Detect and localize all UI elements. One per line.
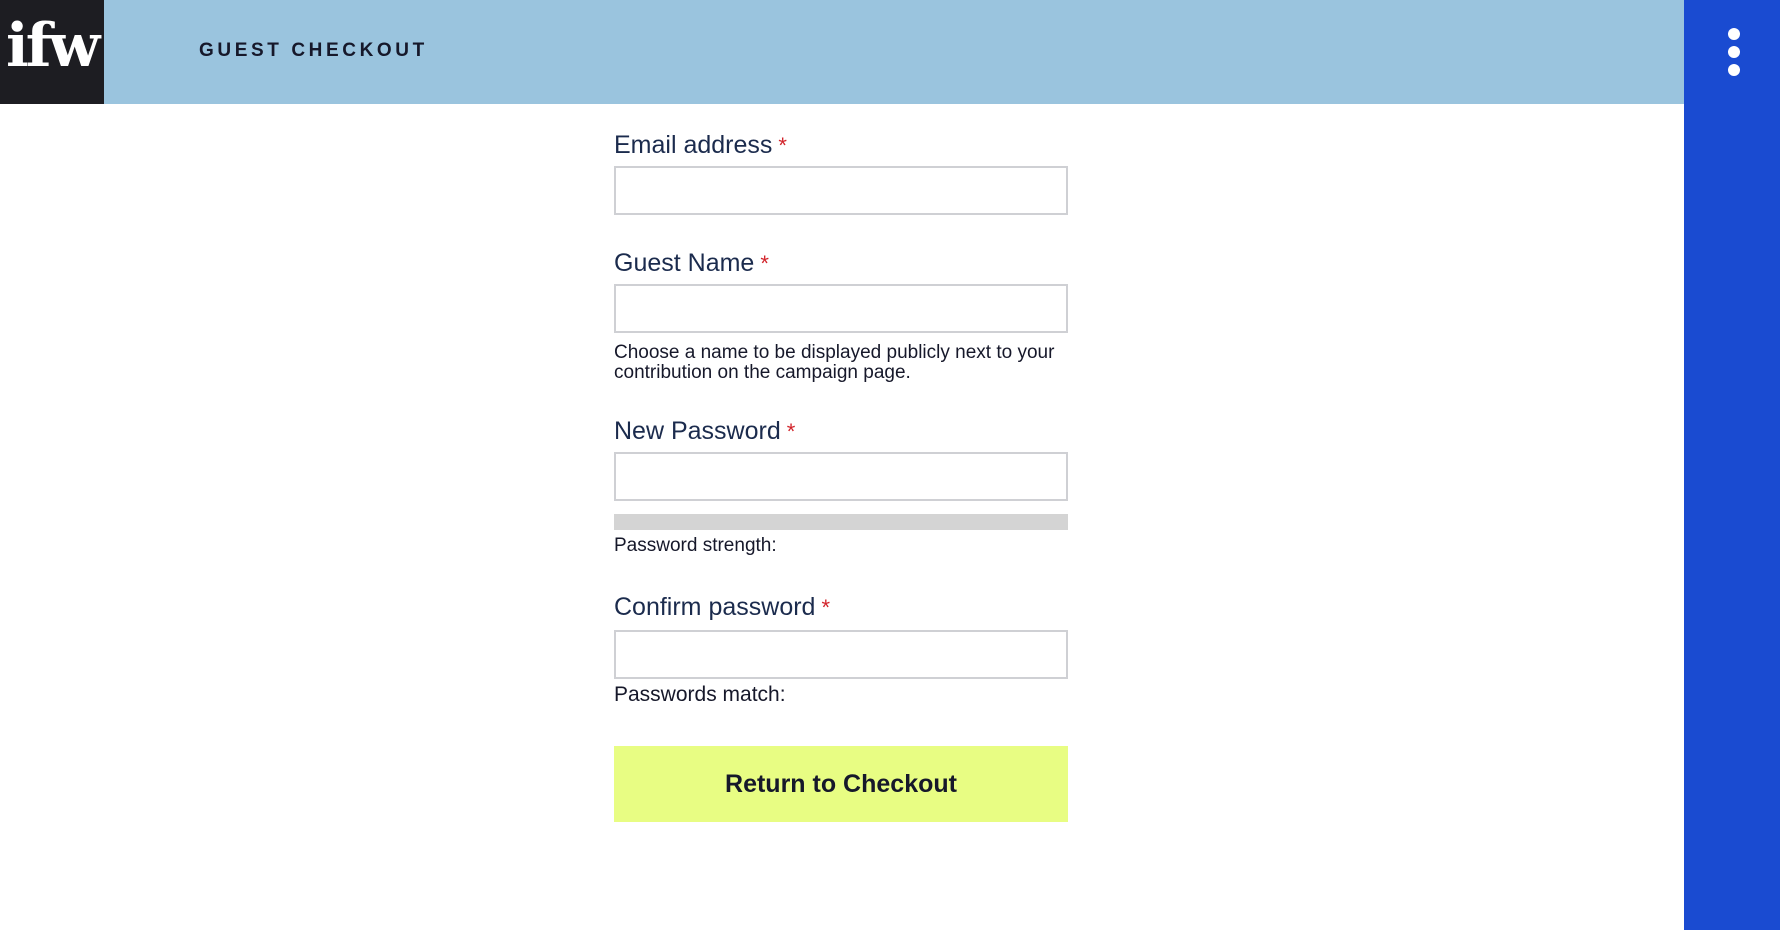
page: ifw GUEST CHECKOUT Email address * Guest …: [0, 0, 1780, 930]
new-password-label-text: New Password: [614, 417, 781, 445]
confirm-password-label-text: Confirm password: [614, 593, 816, 621]
return-to-checkout-button[interactable]: Return to Checkout: [614, 746, 1068, 822]
required-marker: *: [786, 419, 796, 444]
required-marker: *: [760, 251, 769, 276]
guest-name-label-text: Guest Name: [614, 249, 755, 277]
menu-dot: [1728, 46, 1740, 58]
site-logo[interactable]: ifw: [0, 0, 104, 104]
guest-name-label: Guest Name *: [614, 248, 769, 279]
confirm-password-field[interactable]: [614, 630, 1068, 679]
required-marker: *: [821, 595, 831, 620]
required-marker: *: [778, 133, 787, 158]
email-label: Email address *: [614, 130, 787, 161]
menu-button[interactable]: [1718, 22, 1750, 82]
guest-name-field[interactable]: [614, 284, 1068, 333]
passwords-match-label: Passwords match:: [614, 683, 786, 706]
confirm-password-label: Confirm password *: [614, 592, 830, 623]
side-panel: [1684, 0, 1780, 930]
menu-dot: [1728, 28, 1740, 40]
guest-name-help-text: Choose a name to be displayed publicly n…: [614, 342, 1055, 383]
site-header: ifw GUEST CHECKOUT: [0, 0, 1684, 104]
password-strength-label: Password strength:: [614, 535, 777, 556]
logo-wordmark: ifw: [6, 11, 100, 81]
email-field[interactable]: [614, 166, 1068, 215]
password-strength-meter: [614, 514, 1068, 530]
email-label-text: Email address: [614, 131, 773, 159]
page-title: GUEST CHECKOUT: [199, 40, 428, 61]
new-password-label: New Password *: [614, 416, 795, 447]
new-password-field[interactable]: [614, 452, 1068, 501]
menu-dot: [1728, 64, 1740, 76]
